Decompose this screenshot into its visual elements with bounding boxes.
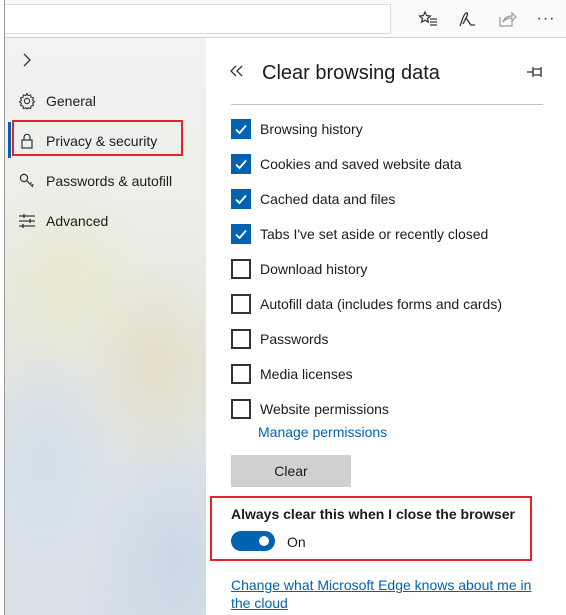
pen-icon[interactable]	[454, 7, 480, 31]
checkbox-label: Tabs I've set aside or recently closed	[260, 226, 489, 242]
checkbox-unchecked[interactable]	[231, 259, 251, 279]
lock-icon	[18, 132, 36, 150]
checkbox-label: Media licenses	[260, 366, 353, 382]
checkbox-checked[interactable]	[231, 154, 251, 174]
address-bar[interactable]	[5, 4, 391, 34]
checkbox-row[interactable]: Media licenses	[231, 362, 353, 386]
sliders-icon	[18, 212, 36, 230]
nav-label-advanced: Advanced	[46, 213, 109, 229]
clear-browsing-data-pane: Clear browsing data Browsing history Cook…	[206, 38, 566, 615]
nav-item-passwords-autofill[interactable]: Passwords & autofill	[5, 161, 206, 201]
nav-item-privacy-security[interactable]: Privacy & security	[5, 121, 206, 161]
checkbox-label: Autofill data (includes forms and cards)	[260, 296, 502, 312]
browser-window: ··· General Privacy & security Passwords…	[4, 0, 566, 615]
checkmark-icon	[235, 194, 247, 205]
settings-nav: General Privacy & security Passwords & a…	[5, 38, 206, 615]
key-icon	[18, 172, 36, 190]
checkbox-label: Cached data and files	[260, 191, 396, 207]
checkbox-checked[interactable]	[231, 189, 251, 209]
page-title: Clear browsing data	[262, 62, 440, 84]
checkbox-unchecked[interactable]	[231, 329, 251, 349]
double-chevron-left-icon[interactable]	[228, 62, 246, 80]
title-divider	[231, 104, 543, 105]
share-icon[interactable]	[494, 7, 520, 31]
manage-permissions-link[interactable]: Manage permissions	[258, 424, 387, 440]
checkbox-checked[interactable]	[231, 224, 251, 244]
checkbox-row[interactable]: Autofill data (includes forms and cards)	[231, 292, 502, 316]
checkbox-label: Cookies and saved website data	[260, 156, 462, 172]
checkbox-row[interactable]: Website permissions	[231, 397, 389, 421]
checkmark-icon	[235, 229, 247, 240]
checkbox-label: Passwords	[260, 331, 329, 347]
nav-item-general[interactable]: General	[5, 81, 206, 121]
checkbox-row[interactable]: Download history	[231, 257, 367, 281]
checkbox-checked[interactable]	[231, 119, 251, 139]
checkbox-row[interactable]: Tabs I've set aside or recently closed	[231, 222, 488, 246]
more-icon[interactable]: ···	[533, 7, 559, 31]
checkbox-label: Download history	[260, 261, 368, 277]
nav-label-privacy-security: Privacy & security	[46, 133, 158, 149]
nav-label-general: General	[46, 93, 96, 109]
checkmark-icon	[235, 124, 247, 135]
cloud-data-link[interactable]: Change what Microsoft Edge knows about m…	[231, 576, 541, 612]
checkbox-label: Website permissions	[260, 401, 389, 417]
checkbox-unchecked[interactable]	[231, 364, 251, 384]
chevron-right-icon[interactable]	[19, 52, 35, 68]
always-clear-label: Always clear this when I close the brows…	[231, 506, 515, 522]
nav-item-advanced[interactable]: Advanced	[5, 201, 206, 241]
checkmark-icon	[235, 159, 247, 170]
always-clear-toggle[interactable]	[231, 531, 275, 551]
checkbox-unchecked[interactable]	[231, 294, 251, 314]
pin-icon[interactable]	[525, 64, 545, 80]
clear-button[interactable]: Clear	[231, 455, 351, 487]
nav-label-passwords-autofill: Passwords & autofill	[46, 173, 173, 189]
toggle-state-label: On	[287, 534, 306, 550]
toggle-knob	[259, 536, 269, 546]
checkbox-label: Browsing history	[260, 121, 363, 137]
checkbox-row[interactable]: Passwords	[231, 327, 328, 351]
browser-toolbar: ···	[5, 0, 566, 38]
checkbox-unchecked[interactable]	[231, 399, 251, 419]
checkbox-row[interactable]: Browsing history	[231, 117, 363, 141]
checkbox-row[interactable]: Cookies and saved website data	[231, 152, 462, 176]
more-label: ···	[536, 10, 556, 27]
checkbox-row[interactable]: Cached data and files	[231, 187, 395, 211]
gear-icon	[18, 92, 36, 110]
favorites-star-icon[interactable]	[415, 7, 441, 31]
